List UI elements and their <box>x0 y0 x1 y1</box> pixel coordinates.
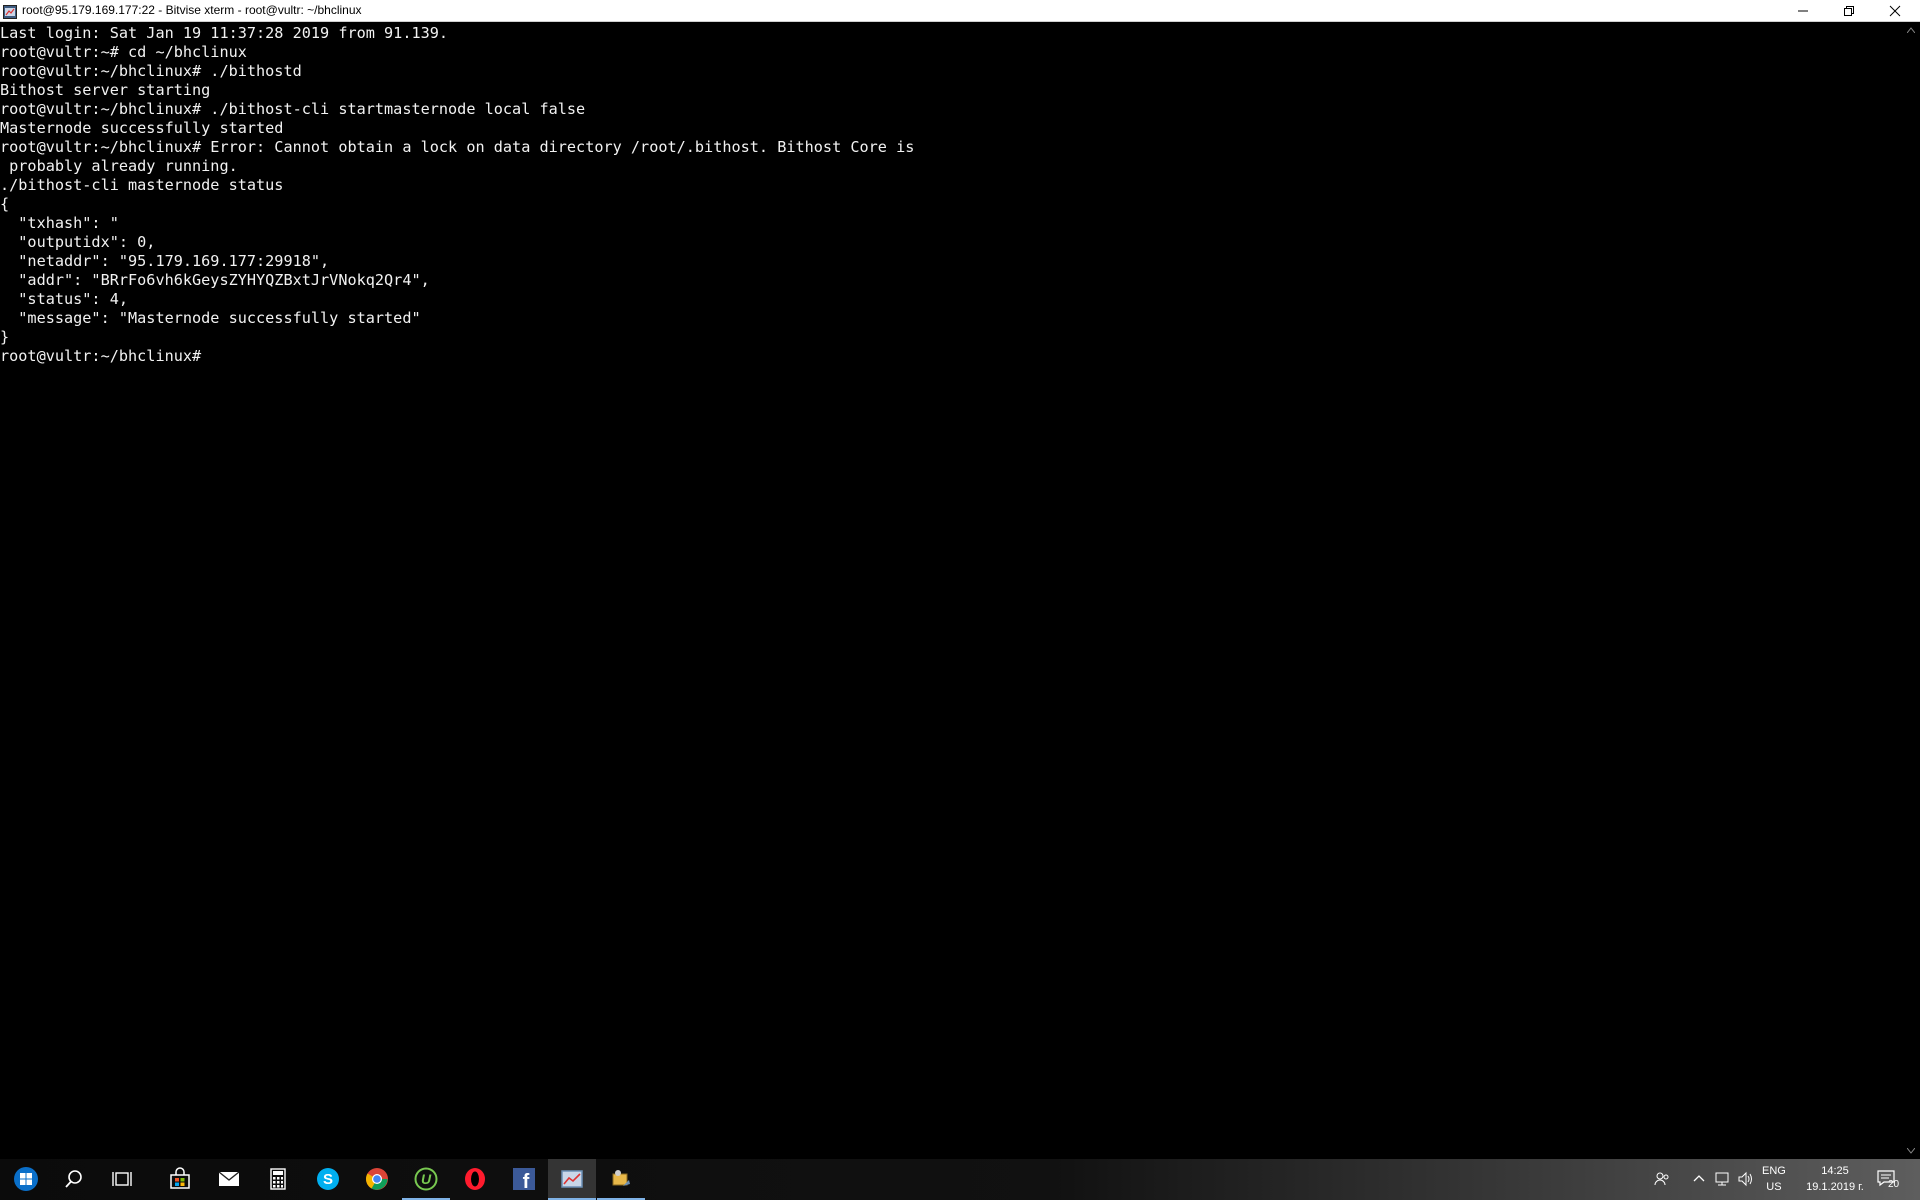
volume-icon[interactable] <box>1737 1171 1755 1187</box>
terminal-line: root@vultr:~/bhclinux# ./bithost-cli sta… <box>0 100 586 118</box>
skype-icon: S <box>317 1168 339 1190</box>
language-indicator[interactable]: ENG US <box>1762 1163 1786 1195</box>
mail-icon <box>218 1171 240 1186</box>
search-button[interactable] <box>50 1159 98 1200</box>
terminal-line: "netaddr": "95.179.169.177:29918", <box>0 252 330 270</box>
taskbar-opera[interactable] <box>451 1159 499 1200</box>
terminal-prompt: root@vultr:~/bhclinux# <box>0 347 202 365</box>
clock-date: 19.1.2019 г. <box>1806 1181 1864 1193</box>
minimize-button[interactable] <box>1780 0 1826 22</box>
terminal-line: ./bithost-cli masternode status <box>0 176 284 194</box>
clock-time: 14:25 <box>1821 1165 1849 1177</box>
start-button[interactable] <box>2 1159 50 1200</box>
utorrent-icon: U <box>414 1167 438 1191</box>
people-icon[interactable] <box>1654 1171 1670 1187</box>
window-title-bar[interactable]: root@95.179.169.177:22 - Bitvise xterm -… <box>0 0 1920 22</box>
terminal-line: "outputidx": 0, <box>0 233 156 251</box>
terminal-scrollbar[interactable] <box>1902 22 1920 1159</box>
terminal-line: Bithost server starting <box>0 81 211 99</box>
taskbar-calculator[interactable] <box>254 1159 302 1200</box>
close-button[interactable] <box>1872 0 1918 22</box>
terminal-line: root@vultr:~/bhclinux# ./bithostd <box>0 62 302 80</box>
taskbar-skype[interactable]: S <box>304 1159 352 1200</box>
terminal-line: { <box>0 195 10 213</box>
language-code: ENG <box>1762 1165 1786 1177</box>
task-view-icon <box>112 1172 132 1186</box>
notification-count-badge: 20 <box>1888 1179 1900 1190</box>
taskbar-chrome[interactable] <box>353 1159 401 1200</box>
terminal-line: } <box>0 328 10 346</box>
terminal-line: "txhash": " <box>0 214 119 232</box>
restore-button[interactable] <box>1826 0 1872 22</box>
terminal-output[interactable]: Last login: Sat Jan 19 11:37:28 2019 fro… <box>0 22 1902 1159</box>
svg-text:f: f <box>523 1171 530 1191</box>
keyboard-layout: US <box>1766 1181 1782 1193</box>
opera-icon <box>465 1168 485 1190</box>
terminal-line: probably already running. <box>0 157 238 175</box>
taskbar-facebook[interactable]: f <box>500 1159 548 1200</box>
calculator-icon <box>270 1168 286 1190</box>
terminal-line: root@vultr:~/bhclinux# Error: Cannot obt… <box>0 138 915 156</box>
taskbar-bitvise-xterm[interactable] <box>548 1159 596 1200</box>
terminal-line: Masternode successfully started <box>0 119 284 137</box>
window-title: root@95.179.169.177:22 - Bitvise xterm -… <box>22 3 362 17</box>
facebook-icon: f <box>513 1168 535 1191</box>
taskbar-utorrent[interactable]: U <box>402 1159 450 1200</box>
task-view-button[interactable] <box>98 1159 146 1200</box>
taskbar-bitvise-client[interactable] <box>597 1159 645 1200</box>
scroll-up-arrow-icon[interactable] <box>1907 27 1915 33</box>
chrome-icon <box>366 1168 388 1190</box>
system-clock[interactable]: 14:25 19.1.2019 г. <box>1800 1163 1870 1195</box>
terminal-line: "status": 4, <box>0 290 129 308</box>
terminal-line: "addr": "BRrFo6vh6kGeysZYHYQZBxtJrVNokq2… <box>0 271 430 289</box>
bitvise-xterm-icon <box>561 1170 583 1188</box>
terminal-line: root@vultr:~# cd ~/bhclinux <box>0 43 247 61</box>
bitvise-client-icon <box>612 1170 630 1186</box>
chevron-up-icon[interactable] <box>1693 1173 1705 1185</box>
bitvise-app-icon[interactable] <box>3 4 17 19</box>
scroll-down-arrow-icon[interactable] <box>1907 1148 1915 1154</box>
terminal-line: Last login: Sat Jan 19 11:37:28 2019 fro… <box>0 24 449 42</box>
svg-text:S: S <box>323 1171 333 1188</box>
windows-taskbar: S U f ENG US 14:25 19.1.2019 г. 20 <box>0 1159 1920 1200</box>
svg-text:U: U <box>421 1171 432 1187</box>
taskbar-mail[interactable] <box>205 1159 253 1200</box>
taskbar-store[interactable] <box>156 1159 204 1200</box>
start-icon <box>14 1167 38 1191</box>
terminal-line: "message": "Masternode successfully star… <box>0 309 421 327</box>
network-icon[interactable] <box>1713 1171 1731 1187</box>
store-icon <box>170 1167 190 1189</box>
search-icon <box>65 1170 82 1188</box>
